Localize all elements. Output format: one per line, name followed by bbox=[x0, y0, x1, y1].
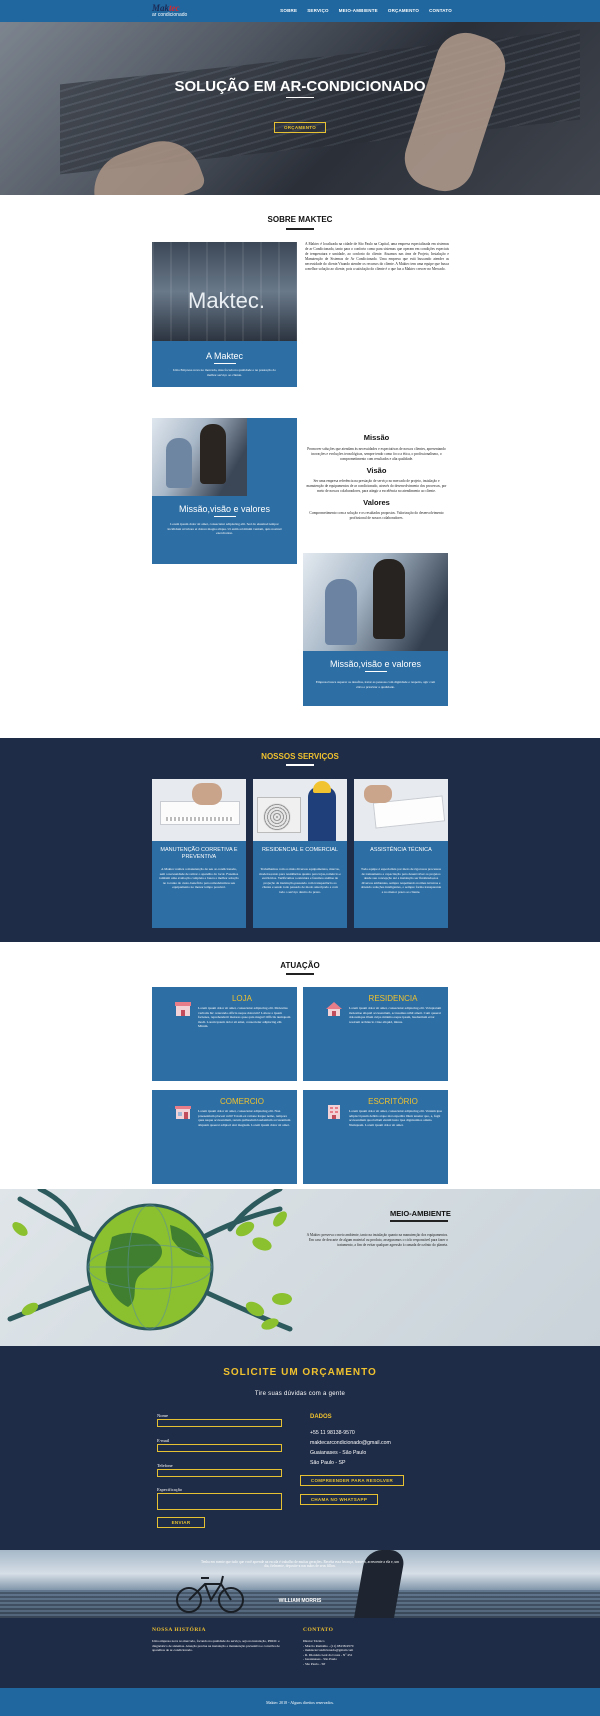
orcamento-title: SOLICITE UM ORÇAMENTO bbox=[223, 1367, 377, 1378]
maktec-logo[interactable]: Maktec ar condicionado bbox=[152, 3, 187, 20]
mvv-card2-text: Empresa busca superar os desafios, trata… bbox=[315, 680, 436, 689]
especificacao-textarea[interactable] bbox=[157, 1493, 282, 1510]
office-photo: Maktec. bbox=[152, 242, 297, 341]
green-earth-illustration bbox=[7, 1189, 293, 1332]
orcamento-subtitle: Tire suas dúvidas com a gente bbox=[254, 1391, 346, 1397]
nav-orcamento[interactable]: ORÇAMENTO bbox=[388, 8, 419, 13]
meio-ambiente-section: MEIO-AMBIENTE A Maktec preserva o meio a… bbox=[0, 1189, 600, 1346]
mvv-card2-title: Missão,visão e valores bbox=[329, 659, 422, 669]
service-card[interactable]: MANUTENÇÃO CORRETIVA E PREVENTIVA A Makt… bbox=[152, 779, 246, 928]
atuacao-card-comercio[interactable]: COMERCIO Lorem ipsum dolor sit amet, con… bbox=[152, 1090, 297, 1184]
service-card[interactable]: RESIDENCIAL E COMERCIAL Trabalhamos com … bbox=[253, 779, 347, 928]
copyright-text: Maktec 2018 - Alguns direitos reservados… bbox=[266, 1700, 334, 1705]
dados-cidade: São Paulo - SP bbox=[310, 1460, 346, 1466]
mvv-text-block: Missão Promover soluções que atendam às … bbox=[305, 433, 448, 521]
dados-list: +55 11 98138-9570 maktecarcondicionado@g… bbox=[310, 1428, 391, 1468]
atuacao-card-loja[interactable]: LOJA Lorem ipsum dolor sit amet, consect… bbox=[152, 987, 297, 1081]
mvv-card-left: Missão,visão e valores Lorem ipsum dolor… bbox=[152, 418, 297, 564]
ac-maintenance-photo bbox=[152, 779, 246, 841]
missao-title: Missão bbox=[363, 433, 390, 442]
contato-list: Diretor Técnico - Marcio Ramalho - (11) … bbox=[303, 1639, 354, 1666]
quote-author: William Morris bbox=[278, 1598, 322, 1604]
mvv-card-text: Lorem ipsum dolor sit amet, consectetur … bbox=[167, 522, 282, 536]
maktec-card-title: A Maktec bbox=[205, 351, 243, 361]
service-card[interactable]: ASSISTÊNCIA TÉCNICA Toda equipe é especi… bbox=[354, 779, 448, 928]
footer bbox=[0, 1618, 600, 1688]
ac-repair-photo bbox=[354, 779, 448, 841]
visao-text: Ser uma empresa referência na prestação … bbox=[306, 479, 447, 493]
maktec-card-text: Uma Empresa nova no mercado, mas focada … bbox=[173, 368, 276, 377]
historia-text: Uma empresa nova no mercado, focando na … bbox=[152, 1639, 280, 1653]
nav-contato[interactable]: CONTATO bbox=[429, 8, 452, 13]
mvv-card-title: Missão,visão e valores bbox=[178, 504, 271, 514]
main-nav: SOBRE SERVIÇO MEIO-AMBIENTE ORÇAMENTO CO… bbox=[280, 8, 452, 13]
dados-title: DADOS bbox=[310, 1414, 332, 1420]
quote-text: Tenha em mente que tudo que você aprende… bbox=[200, 1560, 399, 1568]
hero-title: SOLUÇÃO EM AR-CONDICIONADO bbox=[174, 78, 426, 95]
meio-ambiente-text: A Maktec preserva o meio ambiente, tanto… bbox=[306, 1233, 448, 1247]
meeting-photo-2 bbox=[303, 553, 448, 651]
meeting-photo bbox=[152, 418, 247, 496]
atuacao-card-residencia[interactable]: RESIDENCIA Lorem ipsum dolor sit amet, c… bbox=[303, 987, 448, 1081]
house-icon bbox=[326, 1002, 342, 1016]
servicos-title: NOSSOS SERVIÇOS bbox=[261, 752, 339, 761]
nav-meio-ambiente[interactable]: MEIO-AMBIENTE bbox=[339, 8, 378, 13]
email-input[interactable] bbox=[157, 1444, 282, 1452]
nav-sobre[interactable]: SOBRE bbox=[280, 8, 297, 13]
missao-text: Promover soluções que atendam às necessi… bbox=[307, 447, 446, 461]
compreender-button[interactable]: COMPREENDER PARA RESOLVER bbox=[300, 1475, 404, 1486]
top-header: Maktec ar condicionado SOBRE SERVIÇO MEI… bbox=[0, 0, 600, 22]
contato-title: CONTATO bbox=[303, 1627, 334, 1633]
enviar-button[interactable]: ENVIAR bbox=[157, 1517, 205, 1528]
ac-installation-photo bbox=[253, 779, 347, 841]
office-building-icon bbox=[328, 1105, 340, 1119]
hero-banner: SOLUÇÃO EM AR-CONDICIONADO ORÇAMENTO bbox=[0, 22, 600, 195]
valores-title: Valores bbox=[363, 498, 390, 507]
atuacao-title: ATUAÇÃO bbox=[280, 961, 320, 970]
meio-ambiente-title: MEIO-AMBIENTE bbox=[390, 1209, 451, 1218]
dados-phone: +55 11 98138-9570 bbox=[310, 1430, 355, 1436]
atuacao-card-escritorio[interactable]: ESCRITÓRIO Lorem ipsum dolor sit amet, c… bbox=[303, 1090, 448, 1184]
valores-text: Comprometimento com a solução e os resul… bbox=[309, 511, 444, 520]
maktec-sign: Maktec. bbox=[188, 288, 266, 313]
shop-icon bbox=[175, 1106, 191, 1119]
hero-orcamento-button[interactable]: ORÇAMENTO bbox=[274, 122, 326, 133]
dados-bairro: Guaianases - São Paulo bbox=[310, 1450, 367, 1456]
nav-servico[interactable]: SERVIÇO bbox=[307, 8, 329, 13]
bicycle-image bbox=[176, 1575, 244, 1613]
nome-input[interactable] bbox=[157, 1419, 282, 1427]
quote-banner: Tenha em mente que tudo que você aprende… bbox=[0, 1550, 600, 1618]
store-icon bbox=[175, 1002, 191, 1016]
dados-email: maktecarcondicionado@gmail.com bbox=[310, 1440, 391, 1446]
mvv-card-right: Missão,visão e valores Empresa busca sup… bbox=[303, 553, 448, 706]
visao-title: Visão bbox=[366, 466, 387, 475]
sobre-title: SOBRE MAKTEC bbox=[267, 215, 333, 224]
maktec-card: Maktec. A Maktec Uma Empresa nova no mer… bbox=[152, 242, 297, 387]
historia-title: NOSSA HISTÓRIA bbox=[152, 1627, 206, 1633]
sobre-paragraph: A Maktec é localizada na cidade de São P… bbox=[305, 242, 449, 271]
copyright-bar: Maktec 2018 - Alguns direitos reservados… bbox=[0, 1688, 600, 1716]
telefone-input[interactable] bbox=[157, 1469, 282, 1477]
whatsapp-button[interactable]: CHAMA NO WHATSAPP bbox=[300, 1494, 378, 1505]
